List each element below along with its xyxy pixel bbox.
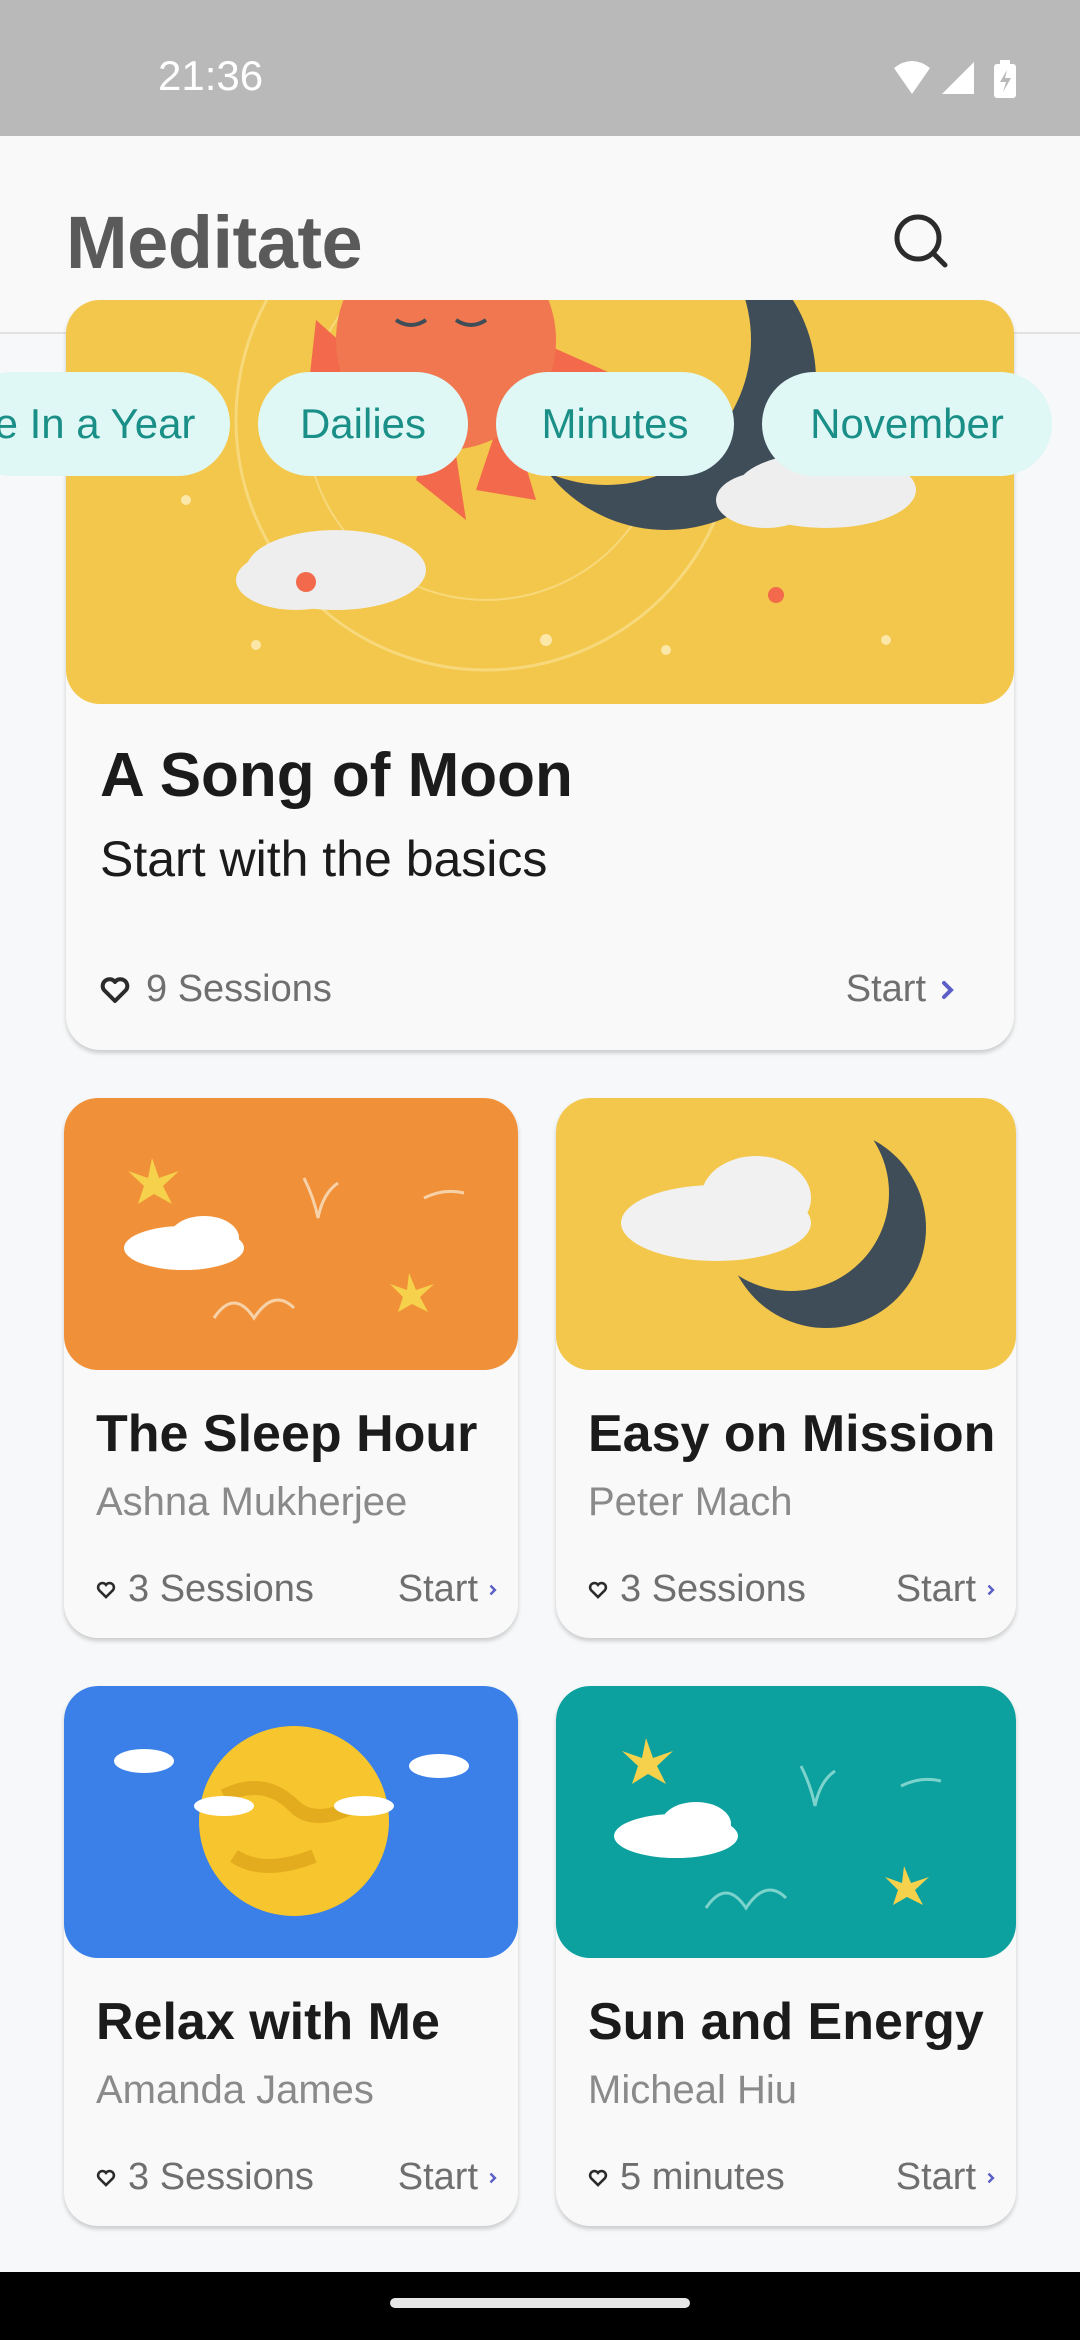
card-title: Easy on Mission xyxy=(588,1405,996,1463)
category-chips: e In a Year Dailies Minutes November xyxy=(0,372,1080,482)
card-illustration xyxy=(64,1686,518,1958)
heart-icon xyxy=(588,2169,608,2187)
featured-title: A Song of Moon xyxy=(100,741,573,810)
card-title: The Sleep Hour xyxy=(96,1405,478,1463)
card-illustration xyxy=(64,1098,518,1370)
heart-icon xyxy=(588,1581,608,1599)
card-start-button[interactable]: Start xyxy=(896,1568,996,1611)
search-button[interactable] xyxy=(880,200,960,280)
card-sessions-label: 5 minutes xyxy=(620,2156,785,2198)
featured-start-button[interactable]: Start xyxy=(846,968,956,1011)
card-title: Sun and Energy xyxy=(588,1993,984,2051)
featured-start-label: Start xyxy=(845,968,926,1010)
wifi-icon xyxy=(894,61,930,94)
card-sessions-label: 3 Sessions xyxy=(620,1568,806,1610)
status-icons xyxy=(894,60,1016,98)
signal-icon xyxy=(942,62,974,94)
chip-dailies[interactable]: Dailies xyxy=(258,372,468,476)
chevron-right-icon xyxy=(489,1584,497,1595)
chip-november[interactable]: November xyxy=(762,372,1052,476)
card-relax-with-me[interactable]: Relax with Me Amanda James 3 Sessions St… xyxy=(64,1686,518,2226)
page-title: Meditate xyxy=(66,201,363,284)
card-sun-and-energy[interactable]: Sun and Energy Micheal Hiu 5 minutes Sta… xyxy=(556,1686,1016,2226)
card-sessions: 5 minutes xyxy=(588,2156,785,2199)
card-author: Ashna Mukherjee xyxy=(96,1480,408,1524)
chevron-right-icon xyxy=(987,1584,995,1595)
chip-year[interactable]: e In a Year xyxy=(0,372,230,476)
card-author: Amanda James xyxy=(96,2068,374,2112)
card-sessions-label: 3 Sessions xyxy=(128,2156,314,2198)
search-icon xyxy=(894,214,948,268)
card-author: Peter Mach xyxy=(588,1480,793,1524)
chevron-right-icon xyxy=(987,2172,995,2183)
card-start-button[interactable]: Start xyxy=(896,2156,996,2199)
card-sessions: 3 Sessions xyxy=(96,1568,314,1611)
card-start-button[interactable]: Start xyxy=(398,1568,498,1611)
featured-subtitle: Start with the basics xyxy=(100,831,548,887)
card-start-label: Start xyxy=(397,1568,478,1610)
chip-minutes[interactable]: Minutes xyxy=(496,372,734,476)
card-sessions: 3 Sessions xyxy=(588,1568,806,1611)
card-sessions: 3 Sessions xyxy=(96,2156,314,2199)
card-sleep-hour[interactable]: The Sleep Hour Ashna Mukherjee 3 Session… xyxy=(64,1098,518,1638)
chevron-right-icon xyxy=(942,980,954,999)
card-start-label: Start xyxy=(895,1568,976,1610)
card-author: Micheal Hiu xyxy=(588,2068,797,2112)
card-illustration xyxy=(556,1098,1016,1370)
heart-icon xyxy=(96,2169,116,2187)
card-illustration xyxy=(556,1686,1016,1958)
heart-icon xyxy=(96,1581,116,1599)
card-sessions-label: 3 Sessions xyxy=(128,1568,314,1610)
battery-icon xyxy=(994,60,1016,98)
heart-icon xyxy=(100,976,130,1003)
featured-sessions: 9 Sessions xyxy=(100,968,332,1011)
card-start-button[interactable]: Start xyxy=(398,2156,498,2199)
featured-sessions-label: 9 Sessions xyxy=(146,968,332,1010)
card-title: Relax with Me xyxy=(96,1993,440,2051)
card-start-label: Start xyxy=(895,2156,976,2198)
card-easy-on-mission[interactable]: Easy on Mission Peter Mach 3 Sessions St… xyxy=(556,1098,1016,1638)
featured-illustration xyxy=(66,300,1014,704)
chevron-right-icon xyxy=(489,2172,497,2183)
status-time: 21:36 xyxy=(158,52,264,99)
card-start-label: Start xyxy=(397,2156,478,2198)
home-gesture-handle[interactable] xyxy=(390,2298,690,2308)
